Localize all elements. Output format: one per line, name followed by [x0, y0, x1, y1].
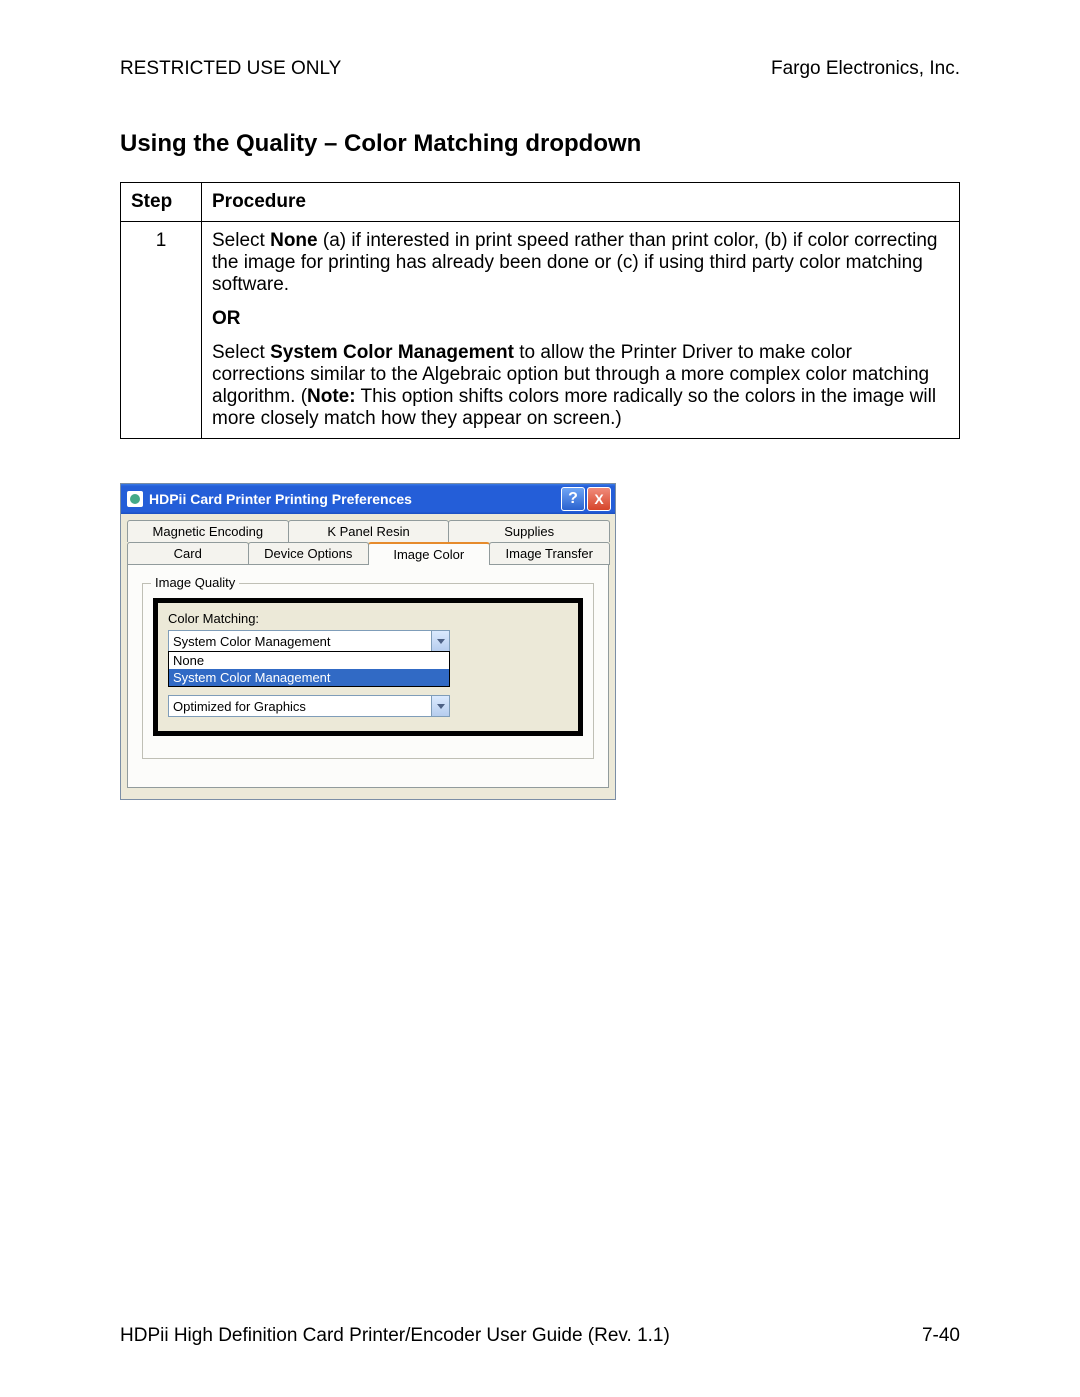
footer-left: HDPii High Definition Card Printer/Encod…	[120, 1325, 670, 1347]
chevron-down-icon[interactable]	[431, 631, 449, 651]
col-procedure: Procedure	[202, 183, 960, 222]
combo2-value: Optimized for Graphics	[169, 699, 431, 714]
col-step: Step	[121, 183, 202, 222]
tab-device-options[interactable]: Device Options	[248, 542, 370, 565]
footer-right: 7-40	[922, 1325, 960, 1347]
step-number: 1	[121, 222, 202, 439]
close-button[interactable]: X	[587, 487, 611, 511]
header-right: Fargo Electronics, Inc.	[771, 58, 960, 80]
tab-magnetic-encoding[interactable]: Magnetic Encoding	[127, 520, 289, 542]
color-matching-label: Color Matching:	[168, 611, 568, 626]
group-legend: Image Quality	[151, 575, 239, 590]
tab-panel: Image Quality Color Matching: System Col…	[127, 564, 609, 788]
tab-k-panel-resin[interactable]: K Panel Resin	[288, 520, 450, 542]
tab-card[interactable]: Card	[127, 542, 249, 565]
help-button[interactable]: ?	[561, 487, 585, 511]
header-left: RESTRICTED USE ONLY	[120, 58, 341, 80]
highlight-box: Color Matching: System Color Management …	[153, 598, 583, 736]
combo-value: System Color Management	[169, 634, 431, 649]
tab-supplies[interactable]: Supplies	[448, 520, 610, 542]
app-icon	[127, 491, 143, 507]
step-text: Select None (a) if interested in print s…	[202, 222, 960, 439]
window-title: HDPii Card Printer Printing Preferences	[149, 491, 412, 507]
option-system-color-management[interactable]: System Color Management	[169, 669, 449, 686]
color-matching-dropdown[interactable]: None System Color Management	[168, 651, 450, 687]
option-scm: System Color Management	[270, 342, 514, 363]
section-title: Using the Quality – Color Matching dropd…	[120, 130, 960, 158]
text: (a) if interested in print speed rather …	[212, 230, 938, 295]
note-label: Note:	[307, 386, 356, 407]
tab-image-transfer[interactable]: Image Transfer	[489, 542, 611, 565]
or-separator: OR	[212, 308, 949, 330]
titlebar[interactable]: HDPii Card Printer Printing Preferences …	[121, 484, 615, 514]
option-none: None	[270, 230, 318, 251]
tab-image-color[interactable]: Image Color	[368, 542, 490, 565]
image-quality-group: Image Quality Color Matching: System Col…	[142, 583, 594, 759]
color-matching-combo[interactable]: System Color Management	[168, 630, 450, 652]
text: Select	[212, 230, 270, 251]
option-none[interactable]: None	[169, 652, 449, 669]
chevron-down-icon[interactable]	[431, 696, 449, 716]
procedure-table: Step Procedure 1 Select None (a) if inte…	[120, 182, 960, 439]
text: Select	[212, 342, 270, 363]
preferences-dialog: HDPii Card Printer Printing Preferences …	[120, 483, 616, 800]
secondary-combo[interactable]: Optimized for Graphics	[168, 695, 450, 717]
